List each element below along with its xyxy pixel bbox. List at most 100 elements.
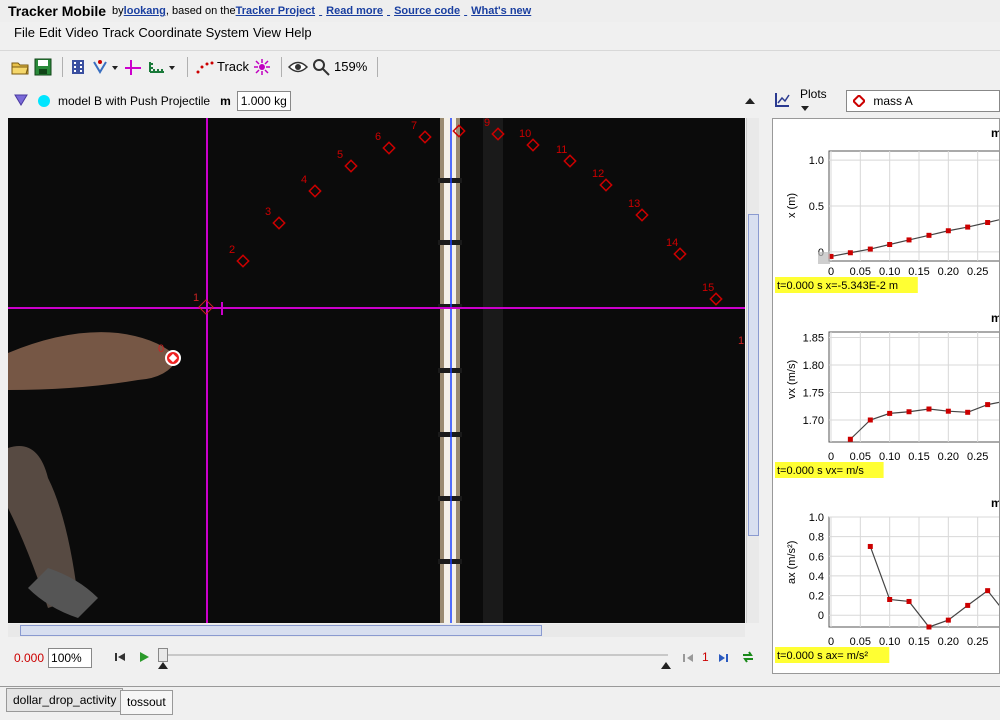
start-marker-icon[interactable]	[158, 662, 168, 670]
data-point[interactable]	[985, 588, 991, 594]
plot-panel[interactable]: m00.050.100.150.200.251.00.50x (m)t=0.00…	[772, 118, 1000, 674]
data-point[interactable]	[867, 246, 873, 252]
eye-icon[interactable]	[288, 56, 309, 78]
horizontal-scrollbar[interactable]	[8, 624, 745, 637]
plots-canvas[interactable]: m00.050.100.150.200.251.00.50x (m)t=0.00…	[773, 119, 1000, 674]
open-folder-icon[interactable]	[10, 56, 30, 78]
track-point-marker[interactable]	[599, 178, 613, 192]
save-icon[interactable]	[34, 56, 52, 78]
menu-help[interactable]: Help	[285, 25, 312, 40]
data-point[interactable]	[965, 224, 971, 230]
read-more-link[interactable]: Read more	[326, 5, 383, 17]
menu-track[interactable]: Track	[102, 25, 134, 40]
track-point-marker[interactable]	[709, 292, 723, 306]
video-view[interactable]: 1 0 2 3 4 5 6 7 9 10 11 12 13 14 15 1	[8, 118, 745, 623]
data-point[interactable]	[887, 410, 893, 416]
x-tick-label: 0	[828, 451, 834, 463]
data-point[interactable]	[847, 436, 853, 442]
track-point-marker[interactable]	[272, 216, 286, 230]
vertical-scrollbar[interactable]	[746, 118, 759, 623]
menu-video[interactable]: Video	[65, 25, 98, 40]
plots-menu[interactable]: Plots	[800, 87, 838, 115]
frame-slider[interactable]	[158, 648, 671, 670]
tab-dollar-drop-activity[interactable]: dollar_drop_activity	[6, 688, 124, 712]
track-button[interactable]: Track	[194, 56, 249, 78]
plot-1[interactable]: m00.050.100.150.200.251.00.50x (m)t=0.00…	[775, 126, 1000, 293]
data-point[interactable]	[867, 417, 873, 423]
plot-2[interactable]: m 0 0.05 0.10 0.15 0.20 0.25 1.85 1.80 1.75 1.70 vx…	[775, 311, 1000, 478]
loop-icon[interactable]	[741, 650, 755, 667]
reset-icon[interactable]	[114, 651, 126, 666]
data-point[interactable]	[965, 409, 971, 415]
data-point[interactable]	[945, 228, 951, 234]
data-point[interactable]	[887, 597, 893, 602]
time-readout[interactable]: 0.000	[14, 651, 44, 665]
plot-axes-icon[interactable]	[774, 92, 790, 111]
track-point-label: 13	[628, 198, 640, 210]
by-label: by	[112, 5, 124, 17]
track-point-marker[interactable]	[236, 254, 250, 268]
coordinate-axes-icon[interactable]	[123, 56, 143, 78]
track-point-marker[interactable]	[382, 141, 396, 155]
author-link[interactable]: lookang	[124, 5, 166, 17]
tracker-project-link[interactable]: Tracker Project	[236, 5, 316, 17]
end-marker-icon[interactable]	[661, 662, 671, 670]
data-point[interactable]	[985, 220, 991, 225]
plot-area[interactable]	[828, 516, 1000, 628]
vertical-scroll-thumb[interactable]	[748, 214, 759, 536]
mass-field[interactable]	[236, 91, 291, 111]
track-point-marker[interactable]	[418, 130, 432, 144]
plot-3[interactable]: m00.050.100.150.200.251.00.80.60.40.20ax…	[775, 496, 1000, 663]
whats-new-link[interactable]: What's new	[471, 5, 531, 17]
menu-file[interactable]: File	[14, 25, 35, 40]
track-dropdown-icon[interactable]	[14, 94, 28, 109]
track-point-marker[interactable]	[673, 247, 687, 261]
data-point[interactable]	[906, 409, 912, 415]
pole-mark	[438, 559, 462, 564]
data-point[interactable]	[906, 237, 912, 243]
slider-thumb[interactable]	[158, 648, 168, 662]
x-tick-label: 0.20	[938, 266, 959, 278]
clip-settings-icon[interactable]	[69, 56, 87, 78]
autotracker-icon[interactable]	[253, 56, 271, 78]
data-point[interactable]	[887, 242, 893, 247]
track-point-marker[interactable]	[526, 138, 540, 152]
track-point-marker[interactable]	[344, 159, 358, 173]
menu-coordinate-system[interactable]: Coordinate System	[138, 25, 249, 40]
track-color-swatch[interactable]	[38, 95, 50, 107]
zoom-icon[interactable]: 159%	[312, 56, 367, 78]
data-point[interactable]	[985, 402, 991, 408]
data-point[interactable]	[867, 543, 873, 549]
track-point-marker[interactable]	[308, 184, 322, 198]
track-point-label: 6	[375, 131, 381, 143]
data-point[interactable]	[926, 232, 932, 238]
data-point[interactable]	[926, 624, 932, 630]
step-back-icon[interactable]	[682, 652, 694, 667]
step-forward-icon[interactable]	[718, 652, 730, 667]
data-point[interactable]	[945, 408, 951, 414]
track-selector[interactable]: mass A	[846, 90, 1000, 112]
track-point-marker[interactable]	[563, 154, 577, 168]
play-icon[interactable]	[138, 651, 150, 666]
menu-edit[interactable]: Edit	[39, 25, 61, 40]
data-point[interactable]	[926, 406, 932, 412]
horizontal-scroll-thumb[interactable]	[20, 625, 542, 636]
menu-view[interactable]: View	[253, 25, 281, 40]
collapse-icon[interactable]	[744, 95, 756, 109]
calibration-tool-icon[interactable]	[91, 56, 119, 78]
source-code-link[interactable]: Source code	[394, 5, 460, 17]
rate-field[interactable]	[48, 648, 93, 668]
tab-tossout[interactable]: tossout	[120, 690, 173, 715]
tape-measure-icon[interactable]	[147, 56, 177, 78]
track-name[interactable]: model B with Push Projectile	[58, 94, 210, 108]
video-canvas[interactable]: 1 0 2 3 4 5 6 7 9 10 11 12 13 14 15 1	[8, 118, 745, 623]
track-point-marker[interactable]	[635, 208, 649, 222]
data-point[interactable]	[965, 602, 971, 608]
data-point[interactable]	[906, 598, 912, 604]
x-tick-label: 0.05	[850, 451, 871, 463]
data-point[interactable]	[847, 250, 853, 256]
plot-area[interactable]	[828, 331, 1000, 443]
track-point-label: 10	[519, 128, 531, 140]
plots-toolbar: Plots mass A	[770, 87, 1000, 115]
data-point[interactable]	[945, 617, 951, 623]
